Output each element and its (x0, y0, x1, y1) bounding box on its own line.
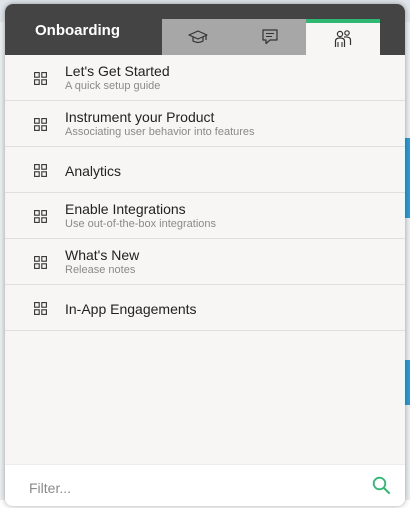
grid-icon (34, 118, 47, 131)
menu-item-label: Let's Get Started (65, 63, 170, 79)
onboarding-panel: Onboarding Let's Get Started A quick set… (5, 4, 405, 506)
panel-title: Onboarding (35, 22, 120, 39)
grid-icon (34, 72, 47, 85)
menu-item-description: Associating user behavior into features (65, 126, 255, 138)
menu-item-label: Enable Integrations (65, 201, 186, 217)
grid-icon (34, 302, 47, 315)
tab-onboarding[interactable] (306, 19, 380, 55)
graduation-cap-icon (188, 30, 208, 44)
grid-icon (34, 256, 47, 269)
onboarding-menu-list: Let's Get Started A quick setup guide In… (5, 55, 405, 331)
menu-item-label: Instrument your Product (65, 109, 215, 125)
menu-item-description: Release notes (65, 264, 136, 276)
search-icon[interactable] (372, 476, 391, 495)
menu-item-instrument-product[interactable]: Instrument your Product Associating user… (5, 101, 405, 147)
people-icon (334, 30, 352, 47)
menu-item-description: A quick setup guide (65, 80, 161, 92)
tab-messages[interactable] (234, 19, 306, 55)
menu-item-enable-integrations[interactable]: Enable Integrations Use out-of-the-box i… (5, 193, 405, 239)
menu-item-label: What's New (65, 247, 140, 263)
menu-item-lets-get-started[interactable]: Let's Get Started A quick setup guide (5, 55, 405, 101)
grid-icon (34, 210, 47, 223)
panel-tabs (162, 19, 380, 55)
menu-item-analytics[interactable]: Analytics (5, 147, 405, 193)
filter-input[interactable] (27, 475, 351, 501)
menu-item-in-app-engagements[interactable]: In-App Engagements (5, 285, 405, 331)
panel-header: Onboarding (5, 4, 405, 55)
tab-learn[interactable] (162, 19, 234, 55)
menu-item-label: In-App Engagements (65, 301, 197, 317)
filter-bar (5, 464, 405, 506)
chat-bubble-icon (262, 29, 278, 45)
menu-item-whats-new[interactable]: What's New Release notes (5, 239, 405, 285)
menu-item-description: Use out-of-the-box integrations (65, 218, 217, 230)
menu-item-label: Analytics (65, 163, 122, 179)
grid-icon (34, 164, 47, 177)
